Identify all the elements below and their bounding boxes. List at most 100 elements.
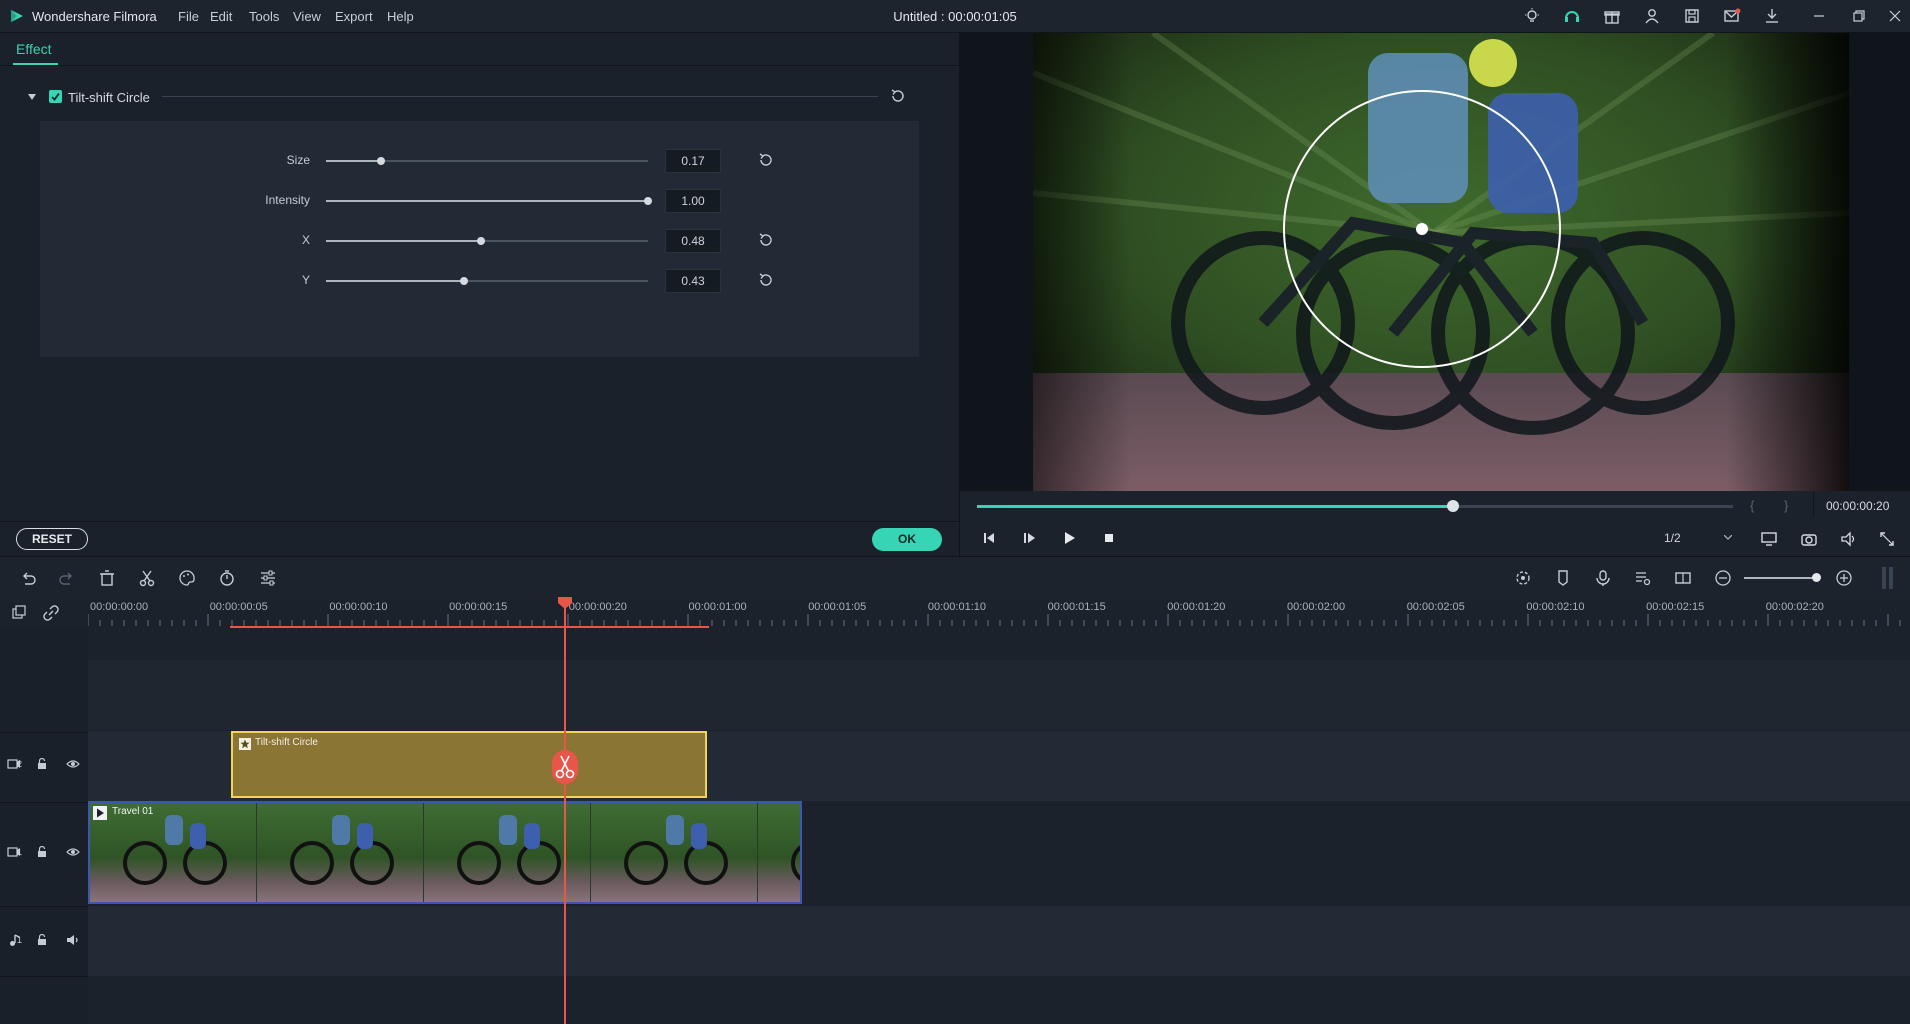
y-reset-icon[interactable] <box>758 272 774 288</box>
param-label-y: Y <box>301 273 310 287</box>
pause-bar-left <box>1882 567 1886 589</box>
reset-button[interactable]: RESET <box>16 528 88 550</box>
zoom-slider-track[interactable] <box>1744 577 1818 579</box>
ok-button[interactable]: OK <box>872 528 942 551</box>
volume-icon[interactable] <box>1840 530 1858 548</box>
restore-window-icon[interactable] <box>1850 7 1868 25</box>
effect-enabled-checkbox[interactable] <box>49 90 62 103</box>
intensity-value-field[interactable]: 1.00 <box>665 189 721 213</box>
video-thumbnail <box>591 803 757 902</box>
eye-visibility-icon[interactable] <box>66 845 80 859</box>
x-reset-icon[interactable] <box>758 232 774 248</box>
adjust-settings-icon[interactable] <box>259 569 277 587</box>
video-thumbnail <box>257 803 423 902</box>
ruler-label: 00:00:01:05 <box>808 601 867 613</box>
undo-icon[interactable] <box>19 569 37 587</box>
snapshot-camera-icon[interactable] <box>1800 530 1818 548</box>
y-slider-knob[interactable] <box>460 277 468 285</box>
link-icon[interactable] <box>43 605 59 621</box>
quality-select[interactable]: 1/2 <box>1654 527 1740 549</box>
headset-support-icon[interactable] <box>1563 7 1581 25</box>
intensity-slider-knob[interactable] <box>644 197 652 205</box>
x-value-field[interactable]: 0.48 <box>665 229 721 253</box>
video-frame[interactable] <box>1033 33 1849 491</box>
ruler-label: 00:00:01:10 <box>927 601 987 613</box>
timeline-row-empty <box>88 976 1910 1024</box>
size-value-field[interactable]: 0.17 <box>665 149 721 173</box>
zoom-slider-knob[interactable] <box>1812 573 1821 582</box>
effect-panel: Effect Tilt-shift Circle Size 0.17 Inten… <box>0 33 960 556</box>
audio-mixer-icon[interactable] <box>1634 569 1652 587</box>
speed-timer-icon[interactable] <box>218 569 236 587</box>
stop-icon[interactable] <box>1101 530 1117 546</box>
zoom-out-icon[interactable] <box>1714 569 1732 587</box>
play-frame-icon[interactable] <box>1021 530 1037 546</box>
display-settings-icon[interactable] <box>1760 530 1778 548</box>
mark-out-icon[interactable]: } <box>1784 498 1788 513</box>
track-number-1: 1 <box>17 847 23 857</box>
effect-clip[interactable]: Tilt-shift Circle <box>231 731 707 798</box>
x-slider-track[interactable] <box>326 240 648 242</box>
delete-icon[interactable] <box>98 569 116 587</box>
panel-divider <box>0 65 959 66</box>
user-account-icon[interactable] <box>1643 7 1661 25</box>
timeline-ruler[interactable]: 00:00:00:00 00:00:00:05 00:00:00:10 00:00:0… <box>0 598 1910 628</box>
lock-icon[interactable] <box>35 845 49 859</box>
color-palette-icon[interactable] <box>178 569 196 587</box>
close-icon[interactable] <box>1886 7 1904 25</box>
playhead-line[interactable] <box>564 600 566 1024</box>
eye-visibility-icon[interactable] <box>66 757 80 771</box>
ruler-label: 00:00:00:00 <box>90 601 149 613</box>
lightbulb-icon[interactable] <box>1523 7 1541 25</box>
render-settings-icon[interactable] <box>1514 569 1532 587</box>
ruler-label: 00:00:01:15 <box>1047 601 1106 613</box>
ruler-label: 00:00:01:20 <box>1167 601 1226 613</box>
split-screen-icon[interactable] <box>1674 569 1692 587</box>
intensity-slider-track[interactable] <box>326 200 648 202</box>
video-clip[interactable]: Travel 01 <box>88 801 802 904</box>
ruler-ticks <box>88 614 1901 626</box>
marker-icon[interactable] <box>1554 569 1572 587</box>
tilt-shift-center-handle <box>1416 223 1428 235</box>
timeline-row-empty <box>88 628 1910 660</box>
ruler-label: 00:00:02:00 <box>1287 601 1346 613</box>
redo-icon[interactable] <box>58 569 76 587</box>
playback-bar: { } 00:00:00:20 1/2 <box>960 491 1910 556</box>
add-track-icon[interactable] <box>11 605 27 621</box>
scissors-cut-icon[interactable] <box>552 750 578 784</box>
effect-reset-icon[interactable] <box>890 88 906 104</box>
size-slider-track[interactable] <box>326 160 648 162</box>
gift-icon[interactable] <box>1603 7 1621 25</box>
speaker-icon[interactable] <box>66 933 80 947</box>
scissors-icon[interactable] <box>138 569 156 587</box>
lock-icon[interactable] <box>35 757 49 771</box>
mark-in-icon[interactable]: { <box>1750 498 1754 513</box>
playback-progress-track[interactable] <box>977 505 1733 508</box>
track-divider <box>0 802 88 803</box>
play-icon[interactable] <box>1061 530 1077 546</box>
y-value-field[interactable]: 0.43 <box>665 269 721 293</box>
zoom-in-icon[interactable] <box>1835 569 1853 587</box>
pause-bar-right <box>1889 567 1893 589</box>
microphone-icon[interactable] <box>1594 569 1612 587</box>
previous-frame-icon[interactable] <box>981 530 997 546</box>
ruler-label: 00:00:02:15 <box>1646 601 1705 613</box>
document-title: Untitled : 00:00:01:05 <box>893 9 1017 24</box>
timeline-row-empty <box>88 660 1910 730</box>
video-clip-label: Travel 01 <box>112 806 154 817</box>
playback-progress-knob[interactable] <box>1447 500 1459 512</box>
mail-notification-icon[interactable] <box>1723 7 1741 25</box>
panel-footer-divider <box>0 521 959 522</box>
lock-icon[interactable] <box>35 933 49 947</box>
size-reset-icon[interactable] <box>758 152 774 168</box>
download-icon[interactable] <box>1763 7 1781 25</box>
y-slider-track[interactable] <box>326 280 648 282</box>
playhead-handle[interactable] <box>557 596 573 610</box>
save-icon[interactable] <box>1683 7 1701 25</box>
minimize-icon[interactable] <box>1810 7 1828 25</box>
tab-effect[interactable]: Effect <box>16 41 52 57</box>
collapse-triangle-icon[interactable] <box>27 92 37 102</box>
fullscreen-icon[interactable] <box>1878 530 1896 548</box>
size-slider-knob[interactable] <box>377 157 385 165</box>
x-slider-knob[interactable] <box>477 237 485 245</box>
